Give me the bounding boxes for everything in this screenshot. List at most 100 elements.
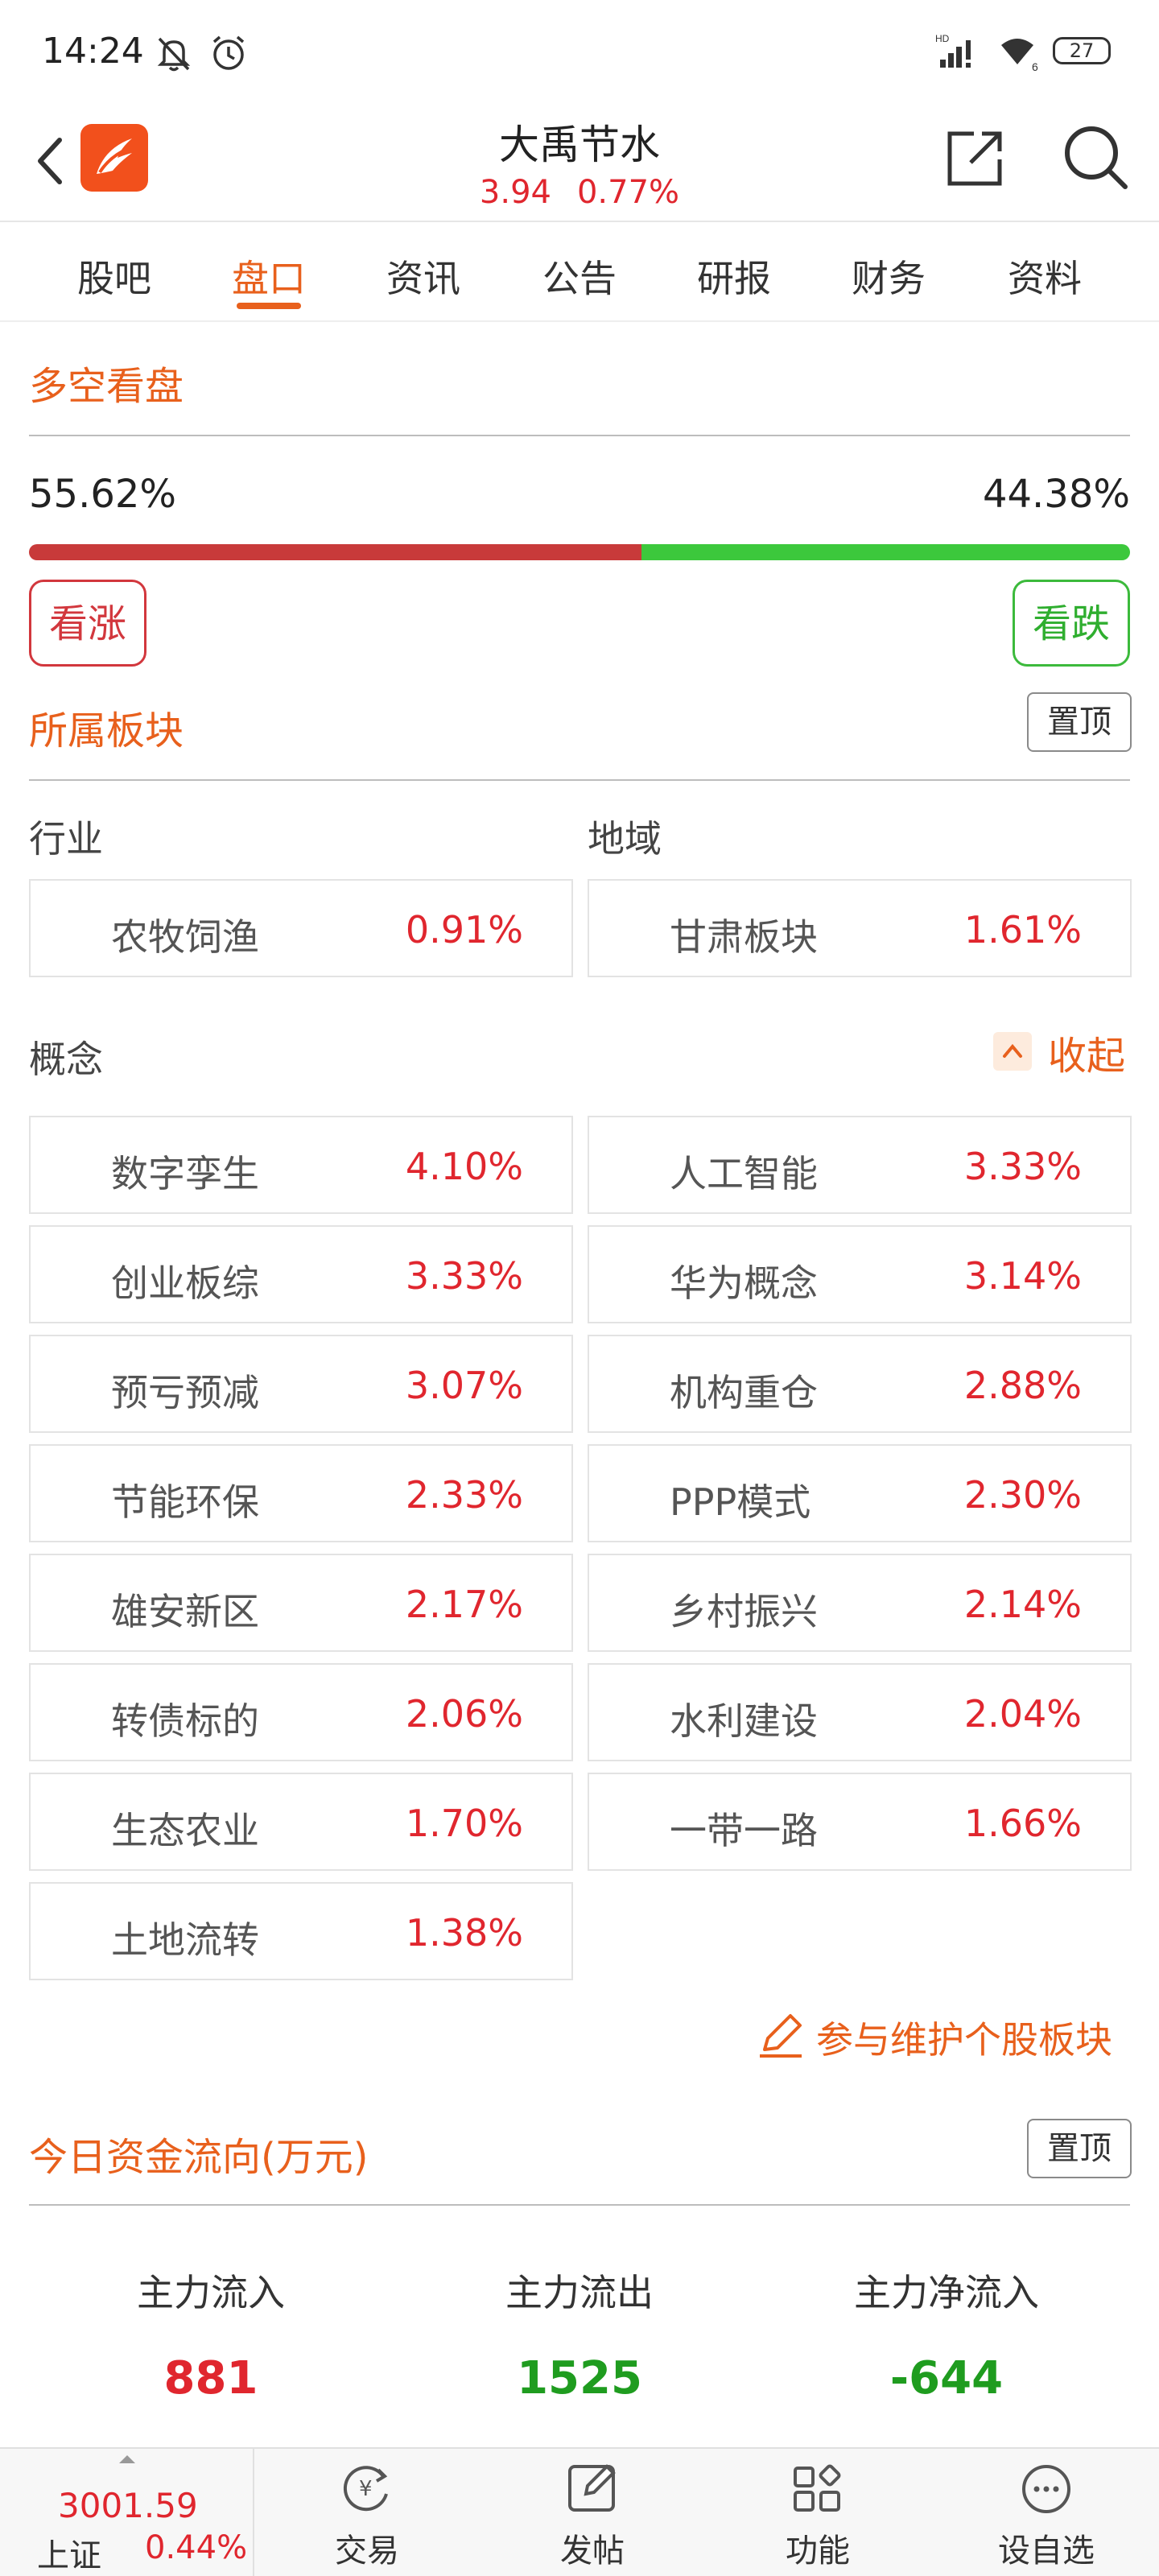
battery-indicator: 27 bbox=[1053, 37, 1111, 64]
tab-pankou[interactable]: 盘口 bbox=[212, 250, 325, 303]
caret-up-icon bbox=[119, 2455, 135, 2463]
tab-research[interactable]: 研报 bbox=[678, 250, 790, 303]
pin-sectors-button[interactable]: 置顶 bbox=[1027, 692, 1132, 752]
region-cell[interactable]: 甘肃板块 1.61% bbox=[588, 879, 1132, 977]
concept-change: 1.38% bbox=[405, 1911, 523, 1955]
concept-cell[interactable]: 乡村振兴 2.14% bbox=[588, 1554, 1132, 1652]
concept-cell[interactable]: 土地流转 1.38% bbox=[29, 1882, 573, 1980]
nav-label: 交易 bbox=[335, 2533, 399, 2570]
maintain-sectors-link[interactable]: 参与维护个股板块 bbox=[755, 2009, 1133, 2066]
bottom-nav: 3001.59 上证 0.44% ¥ 交易 发帖 功能 设自选 bbox=[0, 2447, 1159, 2576]
pin-fund-flow-button[interactable]: 置顶 bbox=[1027, 2119, 1132, 2178]
concept-name: 数字孪生 bbox=[111, 1152, 259, 1195]
concept-name: 水利建设 bbox=[670, 1699, 818, 1743]
logo-wing-icon bbox=[97, 138, 132, 174]
divider bbox=[29, 2204, 1130, 2206]
concept-cell[interactable]: 数字孪生 4.10% bbox=[29, 1116, 573, 1214]
concept-change: 2.14% bbox=[963, 1583, 1082, 1626]
concept-cell[interactable]: PPP模式 2.30% bbox=[588, 1444, 1132, 1542]
concept-cell[interactable]: 机构重仓 2.88% bbox=[588, 1335, 1132, 1433]
tab-announcements[interactable]: 公告 bbox=[523, 250, 636, 303]
nav-trade[interactable]: ¥ 交易 bbox=[287, 2449, 448, 2576]
bull-ratio-bar bbox=[29, 544, 641, 560]
concept-name: 机构重仓 bbox=[670, 1371, 818, 1414]
mute-bell-icon bbox=[157, 37, 191, 72]
concept-cell[interactable]: 一带一路 1.66% bbox=[588, 1773, 1132, 1871]
stock-name: 大禹节水 bbox=[499, 122, 660, 168]
chevron-up-icon bbox=[993, 1032, 1032, 1071]
search-icon[interactable] bbox=[1059, 121, 1132, 193]
compose-icon bbox=[568, 2464, 616, 2512]
collapse-concepts-toggle[interactable]: 收起 bbox=[993, 1024, 1130, 1080]
concept-change: 2.17% bbox=[405, 1583, 523, 1626]
concept-name: 华为概念 bbox=[670, 1261, 818, 1305]
vote-bullish-button[interactable]: 看涨 bbox=[29, 580, 146, 667]
concept-cell[interactable]: 雄安新区 2.17% bbox=[29, 1554, 573, 1652]
concept-change: 3.14% bbox=[963, 1254, 1082, 1298]
tab-guba[interactable]: 股吧 bbox=[58, 250, 171, 303]
divider bbox=[29, 779, 1130, 781]
collapse-label: 收起 bbox=[1048, 1034, 1126, 1079]
tab-finance[interactable]: 财务 bbox=[832, 250, 945, 303]
maintain-label: 参与维护个股板块 bbox=[816, 2018, 1112, 2062]
fund-flow-title: 今日资金流向(万元) bbox=[29, 2135, 369, 2180]
concept-name: 一带一路 bbox=[670, 1809, 818, 1852]
nav-label: 设自选 bbox=[998, 2533, 1095, 2570]
sectors-title: 所属板块 bbox=[29, 708, 184, 753]
concept-cell[interactable]: 转债标的 2.06% bbox=[29, 1663, 573, 1761]
concept-change: 4.10% bbox=[405, 1145, 523, 1188]
more-icon bbox=[1022, 2465, 1070, 2513]
inflow-label: 主力流入 bbox=[137, 2271, 285, 2314]
concept-name: 生态农业 bbox=[111, 1809, 259, 1852]
concept-change: 2.88% bbox=[963, 1364, 1082, 1407]
concept-change: 2.30% bbox=[963, 1473, 1082, 1517]
stock-quote: 3.94 0.77% bbox=[338, 174, 821, 211]
concept-label: 概念 bbox=[29, 1038, 103, 1081]
concept-cell[interactable]: 节能环保 2.33% bbox=[29, 1444, 573, 1542]
tab-bar: 股吧 盘口 资讯 公告 研报 财务 资料 bbox=[0, 222, 1159, 322]
back-arrow-icon[interactable] bbox=[24, 129, 80, 193]
nav-functions[interactable]: 功能 bbox=[737, 2449, 898, 2576]
concept-cell[interactable]: 生态农业 1.70% bbox=[29, 1773, 573, 1871]
concept-cell[interactable]: 创业板综 3.33% bbox=[29, 1225, 573, 1323]
grid-icon bbox=[794, 2464, 841, 2512]
stock-header: 大禹节水 3.94 0.77% bbox=[0, 105, 1159, 222]
outflow-label: 主力流出 bbox=[505, 2271, 654, 2314]
concept-name: PPP模式 bbox=[670, 1480, 811, 1524]
concept-cell[interactable]: 预亏预减 3.07% bbox=[29, 1335, 573, 1433]
bull-percent: 55.62% bbox=[29, 472, 177, 517]
sector-name: 甘肃板块 bbox=[670, 915, 818, 959]
svg-text:6: 6 bbox=[1032, 60, 1038, 73]
index-value: 3001.59 bbox=[58, 2486, 198, 2525]
concept-name: 乡村振兴 bbox=[670, 1590, 818, 1633]
nav-compose[interactable]: 发帖 bbox=[512, 2449, 673, 2576]
vote-bearish-button[interactable]: 看跌 bbox=[1013, 580, 1130, 667]
concept-cell[interactable]: 华为概念 3.14% bbox=[588, 1225, 1132, 1323]
tab-profile[interactable]: 资料 bbox=[988, 250, 1101, 303]
svg-text:¥: ¥ bbox=[359, 2477, 373, 2501]
status-bar: 14:24 HD 6 27 bbox=[0, 0, 1159, 105]
concept-name: 创业板综 bbox=[111, 1261, 259, 1305]
concept-change: 3.33% bbox=[405, 1254, 523, 1298]
stock-price: 3.94 bbox=[479, 174, 551, 211]
nav-label: 功能 bbox=[786, 2533, 850, 2570]
outflow-value: 1525 bbox=[517, 2352, 642, 2405]
concept-cell[interactable]: 水利建设 2.04% bbox=[588, 1663, 1132, 1761]
index-ticker[interactable]: 3001.59 上证 0.44% bbox=[0, 2449, 254, 2576]
concept-name: 转债标的 bbox=[111, 1699, 259, 1743]
industry-cell[interactable]: 农牧饲渔 0.91% bbox=[29, 879, 573, 977]
bear-percent: 44.38% bbox=[982, 472, 1130, 517]
tab-news[interactable]: 资讯 bbox=[367, 250, 480, 303]
net-inflow-value: -644 bbox=[889, 2352, 1004, 2405]
concept-name: 雄安新区 bbox=[111, 1590, 259, 1633]
signal-icon: HD bbox=[935, 33, 971, 68]
share-icon[interactable] bbox=[942, 124, 1009, 192]
concept-cell[interactable]: 人工智能 3.33% bbox=[588, 1116, 1132, 1214]
concept-change: 1.70% bbox=[405, 1802, 523, 1845]
concept-change: 2.04% bbox=[963, 1692, 1082, 1736]
nav-add-watchlist[interactable]: 设自选 bbox=[966, 2449, 1127, 2576]
net-inflow-label: 主力净流入 bbox=[854, 2271, 1039, 2314]
status-time: 14:24 bbox=[42, 31, 144, 72]
app-logo bbox=[80, 124, 148, 192]
divider bbox=[29, 435, 1130, 436]
